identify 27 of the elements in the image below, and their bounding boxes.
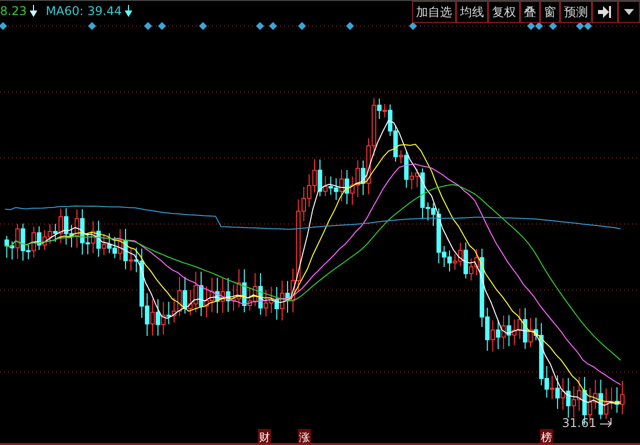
event-marker-icon[interactable]	[298, 22, 306, 30]
toolbar-button[interactable]: 复权	[488, 1, 520, 23]
event-marker-icon[interactable]	[269, 22, 277, 30]
skip-to-end-button[interactable]	[592, 1, 618, 23]
toolbar-button[interactable]: 加自选	[412, 1, 456, 23]
indicator-value: 8.23	[0, 4, 27, 18]
event-marker-icon[interactable]	[256, 22, 264, 30]
toolbar-button[interactable]: 叠	[520, 1, 540, 23]
skip-to-end-icon	[598, 6, 612, 18]
arrow-down-icon	[30, 5, 37, 17]
toolbar-button[interactable]: 窗	[540, 1, 560, 23]
toolbar-button[interactable]: 预测	[560, 1, 592, 23]
event-marker-icon[interactable]	[346, 22, 354, 30]
event-marker-icon[interactable]	[88, 22, 96, 30]
indicator-value: MA60: 39.44	[46, 4, 122, 18]
toolbar-button[interactable]: 均线	[456, 1, 488, 23]
event-marker-icon[interactable]	[409, 22, 417, 30]
event-marker-icon[interactable]	[158, 22, 166, 30]
event-marker-icon[interactable]	[199, 22, 207, 30]
caret-down-icon	[624, 9, 634, 15]
low-price-label: 31.61	[562, 416, 596, 430]
event-marker-icon[interactable]	[535, 22, 543, 30]
event-marker-icon[interactable]	[144, 22, 152, 30]
arrow-down-icon	[124, 5, 132, 17]
dropdown-button[interactable]	[618, 1, 640, 23]
arrow-right-icon	[600, 418, 612, 428]
event-marker-icon[interactable]	[0, 22, 7, 30]
